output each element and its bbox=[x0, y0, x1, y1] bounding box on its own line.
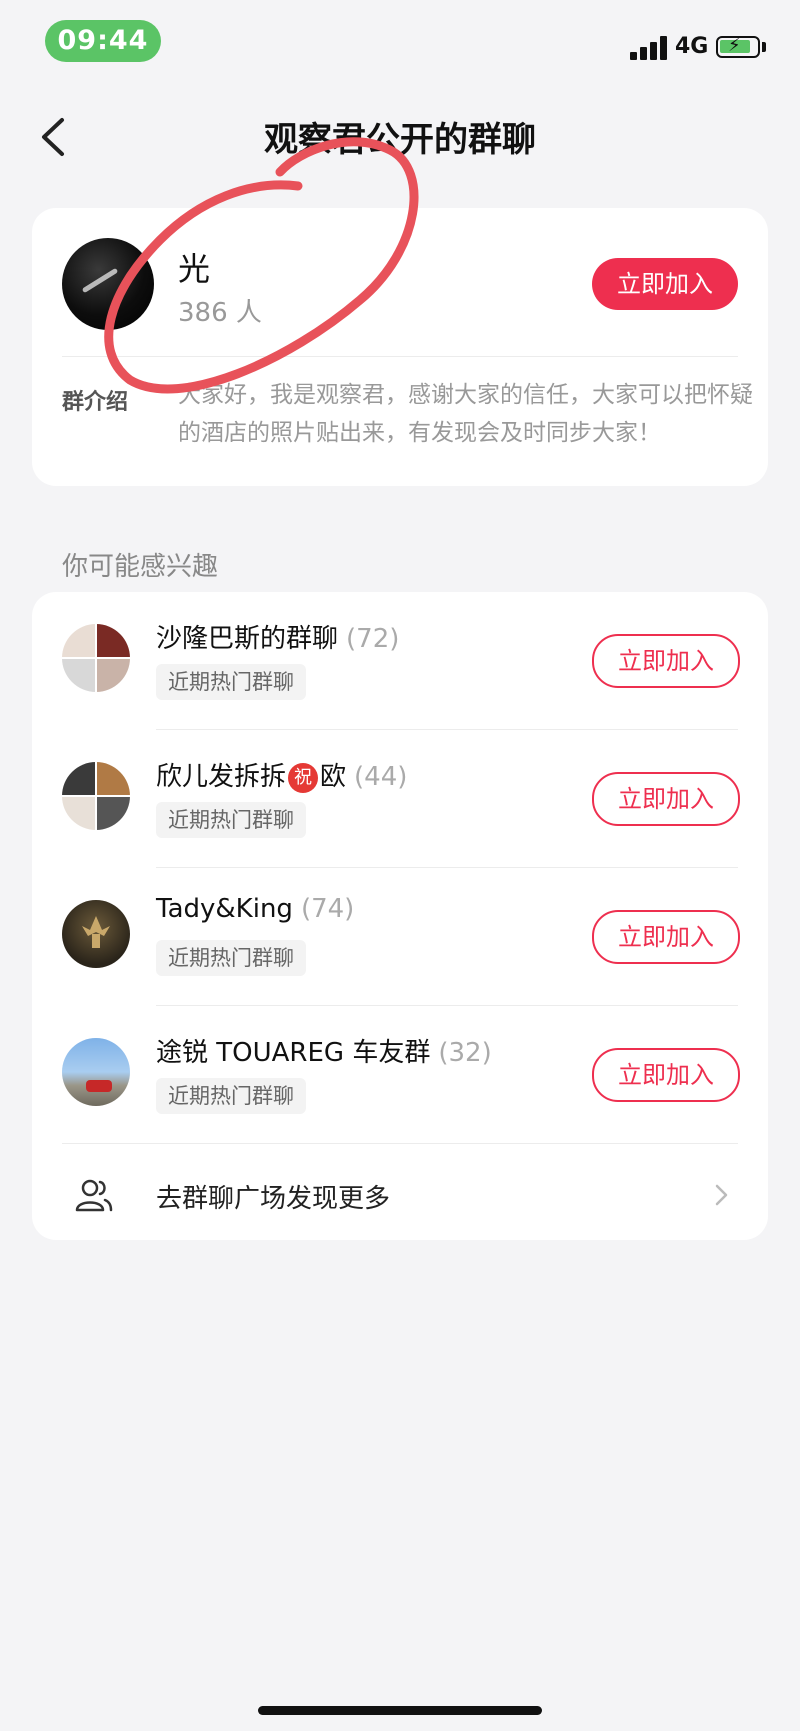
page-title: 观察君公开的群聊 bbox=[264, 120, 536, 160]
status-time: 09:44 bbox=[45, 20, 161, 62]
divider bbox=[62, 356, 738, 357]
hot-tag: 近期热门群聊 bbox=[156, 802, 306, 838]
group-avatar bbox=[62, 624, 130, 692]
group-name: 光 bbox=[178, 250, 211, 288]
hot-tag: 近期热门群聊 bbox=[156, 1078, 306, 1114]
home-indicator bbox=[258, 1706, 542, 1715]
battery-tip bbox=[762, 42, 766, 52]
intro-text: 大家好，我是观察君，感谢大家的信任，大家可以把怀疑的酒店的照片贴出来，有发现会及… bbox=[178, 382, 753, 446]
blessing-badge: 祝 bbox=[288, 762, 319, 793]
users-icon bbox=[75, 1179, 113, 1212]
hot-tag: 近期热门群聊 bbox=[156, 940, 306, 976]
signal-icon bbox=[630, 36, 668, 60]
discover-more-row[interactable]: 去群聊广场发现更多 bbox=[32, 1148, 768, 1240]
group-name: Tady&King (74) bbox=[156, 894, 355, 924]
intro-label: 群介绍 bbox=[62, 390, 129, 415]
list-item[interactable]: 途锐 TOUAREG 车友群 (32) 近期热门群聊 立即加入 bbox=[32, 1006, 768, 1144]
group-avatar bbox=[62, 1038, 130, 1106]
join-group-button[interactable]: 立即加入 bbox=[592, 258, 738, 310]
discover-more-label: 去群聊广场发现更多 bbox=[156, 1184, 391, 1214]
bird-logo-icon bbox=[82, 916, 110, 948]
hot-tag: 近期热门群聊 bbox=[156, 664, 306, 700]
back-button[interactable] bbox=[36, 112, 76, 162]
join-group-button[interactable]: 立即加入 bbox=[592, 634, 740, 688]
list-item[interactable]: 沙隆巴斯的群聊 (72) 近期热门群聊 立即加入 bbox=[32, 592, 768, 730]
group-avatar bbox=[62, 900, 130, 968]
group-info-card: 光 386 人 立即加入 群介绍 大家好，我是观察君，感谢大家的信任，大家可以把… bbox=[32, 208, 768, 486]
join-group-button[interactable]: 立即加入 bbox=[592, 910, 740, 964]
group-name: 途锐 TOUAREG 车友群 (32) bbox=[156, 1038, 492, 1068]
join-group-button[interactable]: 立即加入 bbox=[592, 1048, 740, 1102]
group-avatar bbox=[62, 238, 154, 330]
chevron-left-icon bbox=[42, 118, 64, 156]
group-name: 沙隆巴斯的群聊 (72) bbox=[156, 624, 400, 654]
network-type: 4G bbox=[675, 34, 709, 59]
chevron-right-icon bbox=[715, 1184, 728, 1206]
group-avatar bbox=[62, 762, 130, 830]
list-item[interactable]: 欣儿发拆拆祝欧 (44) 近期热门群聊 立即加入 bbox=[32, 730, 768, 868]
divider bbox=[62, 1143, 738, 1144]
suggestions-card: 沙隆巴斯的群聊 (72) 近期热门群聊 立即加入 欣儿发拆拆祝欧 (44) 近期热门… bbox=[32, 592, 768, 1240]
member-count: 386 人 bbox=[178, 298, 262, 328]
battery-charging-icon: ⚡ bbox=[716, 35, 760, 58]
status-bar: 09:44 4G ⚡ bbox=[0, 0, 800, 80]
join-group-button[interactable]: 立即加入 bbox=[592, 772, 740, 826]
suggestions-title: 你可能感兴趣 bbox=[62, 552, 219, 582]
group-name: 欣儿发拆拆祝欧 (44) bbox=[156, 762, 408, 793]
list-item[interactable]: Tady&King (74) 近期热门群聊 立即加入 bbox=[32, 868, 768, 1006]
